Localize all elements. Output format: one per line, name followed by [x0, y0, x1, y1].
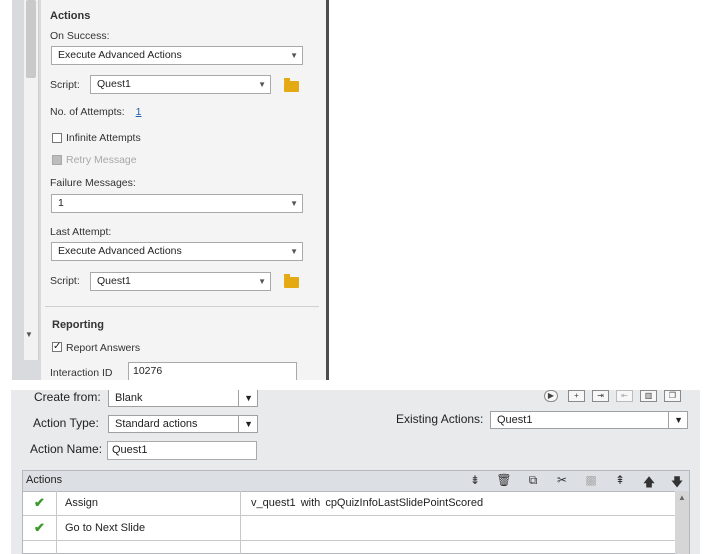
import-icon[interactable]: ⇥ — [592, 390, 609, 402]
existing-actions-label: Existing Actions: — [396, 412, 484, 426]
chevron-down-icon: ▼ — [290, 199, 298, 208]
last-attempt-label: Last Attempt: — [50, 226, 112, 238]
properties-panel: ▼ Actions On Success: Execute Advanced A… — [12, 0, 329, 380]
script-value: Quest1 — [97, 78, 131, 90]
dropdown-separator — [238, 390, 239, 406]
paste-icon: ▩ — [585, 473, 597, 487]
action-type-dropdown[interactable]: Standard actions ▼ — [108, 415, 258, 433]
existing-actions-dropdown[interactable]: Quest1 ▼ — [490, 411, 688, 429]
section-divider — [45, 306, 319, 307]
create-from-label: Create from: — [34, 390, 101, 404]
panel-right-border — [326, 0, 329, 380]
actions-grid-title: Actions — [26, 474, 63, 486]
trash-icon[interactable]: 🗑 — [495, 473, 513, 487]
check-icon: ✔ — [23, 516, 57, 540]
chevron-down-icon: ▼ — [258, 80, 266, 89]
action-name-label: Action Name: — [30, 442, 103, 456]
action-type-label: Action Type: — [33, 416, 99, 430]
scissors-icon[interactable]: ✂ — [553, 473, 571, 487]
row-detail[interactable]: v_quest1 with cpQuizInfoLastSlidePointSc… — [242, 491, 675, 515]
attempts-label: No. of Attempts: 1 — [50, 106, 141, 118]
create-from-dropdown[interactable]: Blank ▼ — [108, 390, 258, 407]
interaction-id-input[interactable]: 10276 — [128, 362, 297, 380]
failure-messages-dropdown[interactable]: 1 ▼ — [51, 194, 303, 213]
scroll-up-arrow-icon[interactable]: ▲ — [678, 493, 686, 502]
actions-grid: Actions ⇟ 🗑 ⧉ ✂ ▩ ⇞ 🡅 🡇 ✔ Assign v_quest… — [22, 470, 690, 554]
report-answers-label: Report Answers — [66, 342, 141, 354]
folder-icon[interactable] — [284, 78, 299, 92]
on-success-value: Execute Advanced Actions — [58, 49, 182, 61]
dropdown-separator — [238, 416, 239, 432]
actions-grid-header: Actions ⇟ 🗑 ⧉ ✂ ▩ ⇞ 🡅 🡇 — [23, 471, 689, 492]
copy-icon[interactable]: ⧉ — [524, 473, 542, 488]
interaction-id-label: Interaction ID — [50, 367, 113, 379]
script-dropdown[interactable]: Quest1 ▼ — [90, 75, 271, 94]
table-row[interactable]: ✔ Assign v_quest1 with cpQuizInfoLastSli… — [23, 491, 675, 516]
left-scrollbar-thumb[interactable] — [26, 0, 36, 78]
check-icon: ✔ — [23, 491, 57, 515]
row-status-cell — [23, 541, 57, 554]
create-from-value: Blank — [115, 392, 143, 404]
script2-dropdown[interactable]: Quest1 ▼ — [90, 272, 271, 291]
preview-icon[interactable]: ▶ — [544, 390, 558, 402]
row-detail[interactable] — [242, 516, 675, 540]
chevron-down-icon: ▼ — [290, 51, 298, 60]
report-answers-checkbox[interactable]: ✓ — [52, 342, 62, 352]
table-row[interactable] — [23, 541, 675, 554]
retry-message-checkbox — [52, 155, 62, 165]
add-action-icon[interactable]: + — [568, 390, 585, 402]
on-success-label: On Success: — [50, 30, 110, 42]
scroll-down-arrow-icon[interactable]: ▼ — [25, 330, 33, 339]
action-type-value: Standard actions — [115, 418, 198, 430]
folder-icon[interactable] — [284, 274, 299, 288]
chevron-down-icon: ▼ — [674, 415, 683, 425]
actions-section-title: Actions — [50, 10, 91, 22]
actions-properties: Actions On Success: Execute Advanced Act… — [41, 0, 326, 380]
failure-messages-label: Failure Messages: — [50, 177, 136, 189]
delete-action-icon[interactable]: ▥ — [640, 390, 657, 402]
last-attempt-value: Execute Advanced Actions — [58, 245, 182, 257]
row-action[interactable] — [57, 541, 241, 554]
failure-messages-value: 1 — [58, 197, 64, 209]
row-detail[interactable] — [242, 541, 675, 554]
chevron-down-icon: ▼ — [290, 247, 298, 256]
attempts-label-text: No. of Attempts: — [50, 106, 125, 118]
dropdown-separator — [668, 412, 669, 428]
script2-value: Quest1 — [97, 275, 131, 287]
row-action[interactable]: Go to Next Slide — [57, 516, 241, 540]
script2-label: Script: — [50, 275, 80, 287]
infinite-attempts-checkbox[interactable] — [52, 133, 62, 143]
script-label: Script: — [50, 79, 80, 91]
duplicate-action-icon[interactable]: ❐ — [664, 390, 681, 402]
action-name-input[interactable]: Quest1 — [107, 441, 257, 460]
insert-row-icon[interactable]: ⇞ — [611, 473, 629, 487]
reporting-section-title: Reporting — [52, 319, 104, 331]
chevron-down-icon: ▼ — [244, 419, 253, 429]
chevron-down-icon: ▼ — [244, 393, 253, 403]
last-attempt-dropdown[interactable]: Execute Advanced Actions ▼ — [51, 242, 303, 261]
on-success-dropdown[interactable]: Execute Advanced Actions ▼ — [51, 46, 303, 65]
export-icon: ⇤ — [616, 390, 633, 402]
row-action[interactable]: Assign — [57, 491, 241, 515]
attempts-value-link[interactable]: 1 — [136, 106, 142, 118]
chevron-down-icon: ▼ — [258, 277, 266, 286]
advanced-actions-dialog: Create from: Blank ▼ Action Type: Standa… — [11, 390, 700, 554]
infinite-attempts-label: Infinite Attempts — [66, 132, 141, 144]
retry-message-label: Retry Message — [66, 154, 137, 166]
existing-actions-value: Quest1 — [497, 414, 533, 426]
grid-scrollbar[interactable]: ▲ — [675, 491, 689, 554]
table-row[interactable]: ✔ Go to Next Slide — [23, 516, 675, 541]
add-row-icon[interactable]: ⇟ — [466, 473, 484, 487]
